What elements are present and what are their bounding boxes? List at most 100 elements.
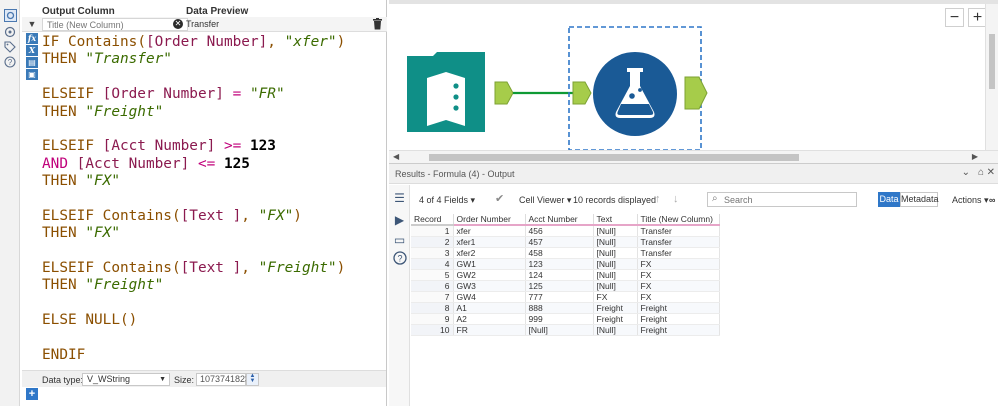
annotation-tag-icon[interactable]: [3, 40, 17, 54]
table-cell[interactable]: [Null]: [593, 258, 638, 270]
canvas-vertical-scrollbar[interactable]: [985, 4, 998, 150]
table-cell[interactable]: 456: [525, 225, 594, 237]
table-cell[interactable]: FX: [637, 291, 720, 303]
help-icon[interactable]: ?: [3, 55, 17, 69]
help-icon[interactable]: ?: [392, 251, 407, 266]
table-cell[interactable]: 1: [411, 225, 454, 237]
table-cell[interactable]: GW2: [453, 269, 526, 281]
table-cell[interactable]: [Null]: [525, 324, 594, 336]
table-cell[interactable]: 125: [525, 280, 594, 292]
table-cell[interactable]: Transfer: [637, 247, 720, 259]
table-cell[interactable]: [Null]: [593, 324, 638, 336]
table-cell[interactable]: GW3: [453, 280, 526, 292]
table-row[interactable]: 7 GW4 777 FX FX: [411, 291, 720, 303]
table-cell[interactable]: Freight: [637, 302, 720, 314]
table-cell[interactable]: FR: [453, 324, 526, 336]
scroll-right-icon[interactable]: ▶: [972, 152, 978, 161]
table-row[interactable]: 9 A2 999 Freight Freight: [411, 313, 720, 325]
more-options-icon[interactable]: ∞: [989, 195, 995, 205]
collapse-chevron-icon[interactable]: ▼: [26, 18, 38, 30]
table-cell[interactable]: 999: [525, 313, 594, 325]
zoom-out-button[interactable]: −: [945, 8, 964, 27]
table-cell[interactable]: 123: [525, 258, 594, 270]
dock-pin-icon[interactable]: ⌂: [978, 167, 984, 178]
table-cell[interactable]: FX: [637, 280, 720, 292]
table-cell[interactable]: [Null]: [593, 236, 638, 248]
table-cell[interactable]: Freight: [593, 313, 638, 325]
table-cell[interactable]: Freight: [637, 324, 720, 336]
table-cell[interactable]: 9: [411, 313, 454, 325]
table-row[interactable]: 5 GW2 124 [Null] FX: [411, 269, 720, 281]
table-cell[interactable]: 8: [411, 302, 454, 314]
table-cell[interactable]: Freight: [637, 313, 720, 325]
actions-menu[interactable]: Actions ▾: [952, 195, 989, 206]
vertical-scroll-thumb[interactable]: [989, 34, 995, 89]
apply-check-icon[interactable]: ✔: [495, 192, 504, 205]
search-box[interactable]: ⌕: [707, 192, 857, 207]
save-expression-icon[interactable]: ▣: [26, 69, 38, 80]
expression-editor[interactable]: IF Contains([Order Number], "xfer") THEN …: [42, 34, 386, 366]
output-column-input[interactable]: [42, 18, 188, 31]
table-row[interactable]: 2 xfer1 457 [Null] Transfer: [411, 236, 720, 248]
configuration-icon[interactable]: [3, 8, 17, 22]
function-icon[interactable]: fx: [26, 33, 38, 44]
clear-field-icon[interactable]: ✕: [173, 19, 183, 29]
data-type-select[interactable]: V_WString ▼: [82, 373, 170, 386]
table-cell[interactable]: 5: [411, 269, 454, 281]
workflow-canvas[interactable]: − + ◀ ▶: [389, 0, 998, 163]
columns-constants-icon[interactable]: ▤: [26, 57, 38, 68]
variables-icon[interactable]: X: [26, 45, 38, 56]
size-input[interactable]: 1073741823: [196, 373, 250, 386]
arrow-up-icon[interactable]: ↑: [655, 193, 661, 205]
table-cell[interactable]: 6: [411, 280, 454, 292]
table-cell[interactable]: FX: [637, 258, 720, 270]
arrow-down-icon[interactable]: ↓: [673, 193, 679, 205]
metadata-tab-button[interactable]: Metadata: [900, 192, 939, 207]
messages-icon[interactable]: ▶: [392, 213, 407, 228]
table-cell[interactable]: xfer1: [453, 236, 526, 248]
tool-settings-icon[interactable]: [3, 25, 17, 39]
table-cell[interactable]: 3: [411, 247, 454, 259]
table-cell[interactable]: A2: [453, 313, 526, 325]
table-cell[interactable]: [Null]: [593, 269, 638, 281]
table-cell[interactable]: 124: [525, 269, 594, 281]
table-cell[interactable]: 2: [411, 236, 454, 248]
data-tab-button[interactable]: Data: [878, 192, 900, 207]
scroll-left-icon[interactable]: ◀: [393, 152, 399, 161]
table-row[interactable]: 4 GW1 123 [Null] FX: [411, 258, 720, 270]
table-cell[interactable]: GW4: [453, 291, 526, 303]
horizontal-scroll-thumb[interactable]: [429, 154, 799, 161]
table-cell[interactable]: 458: [525, 247, 594, 259]
fields-selector[interactable]: 4 of 4 Fields ▾: [419, 195, 475, 206]
table-cell[interactable]: A1: [453, 302, 526, 314]
table-row[interactable]: 1 xfer 456 [Null] Transfer: [411, 225, 720, 237]
table-view-icon[interactable]: ☰: [392, 191, 407, 206]
table-row[interactable]: 8 A1 888 Freight Freight: [411, 302, 720, 314]
table-cell[interactable]: 4: [411, 258, 454, 270]
column-header[interactable]: Text: [593, 214, 638, 226]
table-row[interactable]: 3 xfer2 458 [Null] Transfer: [411, 247, 720, 259]
record-info-icon[interactable]: ▭: [392, 233, 407, 248]
table-row[interactable]: 10 FR [Null] [Null] Freight: [411, 324, 720, 336]
cell-viewer-selector[interactable]: Cell Viewer ▾: [519, 195, 571, 206]
column-header[interactable]: Order Number: [453, 214, 526, 226]
table-cell[interactable]: xfer2: [453, 247, 526, 259]
input-data-tool[interactable]: [407, 52, 485, 132]
table-cell[interactable]: [Null]: [593, 225, 638, 237]
column-header[interactable]: Acct Number: [525, 214, 594, 226]
close-icon[interactable]: ✕: [987, 167, 995, 178]
table-cell[interactable]: FX: [637, 269, 720, 281]
table-cell[interactable]: 777: [525, 291, 594, 303]
table-cell[interactable]: Freight: [593, 302, 638, 314]
table-cell[interactable]: 457: [525, 236, 594, 248]
search-input[interactable]: [724, 194, 852, 205]
table-cell[interactable]: 7: [411, 291, 454, 303]
column-header[interactable]: Title (New Column): [637, 214, 720, 226]
delete-expression-icon[interactable]: [372, 18, 383, 30]
table-cell[interactable]: [Null]: [593, 247, 638, 259]
table-cell[interactable]: FX: [593, 291, 638, 303]
add-expression-button[interactable]: +: [26, 388, 38, 400]
table-cell[interactable]: Transfer: [637, 225, 720, 237]
table-cell[interactable]: GW1: [453, 258, 526, 270]
column-header[interactable]: Record: [411, 214, 454, 226]
